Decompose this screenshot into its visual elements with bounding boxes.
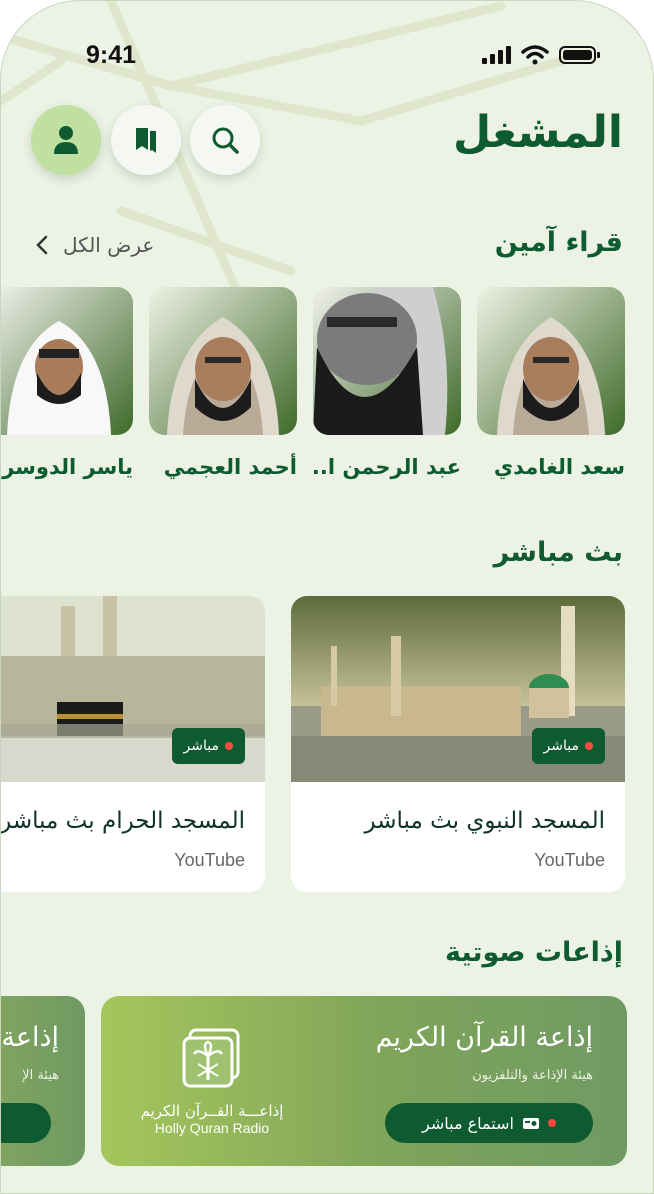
reader-card[interactable]: أحمد العجمي [149, 287, 297, 479]
reader-name: ياسر الدوسري [1, 455, 133, 479]
live-section-title: بث مباشر [493, 537, 623, 568]
radio-subtitle: هيئة الإ [22, 1068, 59, 1083]
reader-name: أحمد العجمي [163, 455, 297, 479]
radio-card[interactable]: إذاعة هيئة الإ [1, 996, 85, 1166]
live-title: المسجد الحرام بث مباشر [0, 808, 245, 834]
reader-name: سعد الغامدي [493, 455, 625, 479]
view-all-label: عرض الكل [63, 233, 155, 257]
reader-card[interactable]: عبد الرحمن ا.. [312, 287, 461, 479]
live-dot-icon [547, 1119, 556, 1127]
listen-live-button[interactable] [1, 1103, 51, 1143]
live-source: YouTube [534, 850, 605, 870]
live-title: المسجد النبوي بث مباشر [364, 808, 605, 834]
radio-title: إذاعة القرآن الكريم [375, 1022, 593, 1053]
live-card[interactable]: مباشر المسجد الحرام بث مباشر YouTube [0, 596, 265, 892]
system-icons [481, 45, 601, 65]
radio-icon [522, 1118, 539, 1129]
live-badge-label: مباشر [183, 738, 219, 754]
radio-subtitle: هيئة الإذاعة والتلفزيون [472, 1068, 593, 1083]
search-button[interactable] [190, 105, 260, 175]
listen-live-label: استماع مباشر [422, 1113, 514, 1133]
radio-logo: إذاعـــة القــرآن الكريم Holly Quran Rad… [127, 1026, 297, 1136]
reader-photo [477, 287, 625, 435]
live-badge-label: مباشر [543, 738, 579, 754]
radio-card[interactable]: إذاعة القرآن الكريم هيئة الإذاعة والتلفز… [101, 996, 627, 1166]
radio-title: إذاعة [1, 1022, 59, 1053]
live-thumbnail: مباشر [291, 596, 625, 782]
signal-icon [482, 46, 511, 64]
bookmarks-button[interactable] [111, 105, 181, 175]
live-badge: مباشر [171, 728, 245, 764]
radios-section-title: إذاعات صوتية [444, 937, 623, 968]
live-source: YouTube [174, 850, 245, 870]
reader-name: عبد الرحمن ا.. [311, 455, 461, 479]
status-bar: 9:41 [1, 37, 653, 77]
page-title: المشغل [453, 107, 623, 158]
view-all-link[interactable]: عرض الكل [35, 233, 154, 257]
battery-icon [559, 46, 600, 64]
live-badge: مباشر [531, 728, 605, 764]
bookmark-icon [136, 128, 156, 153]
palm-emblem-icon [182, 1028, 240, 1088]
listen-live-button[interactable]: استماع مباشر [385, 1103, 593, 1143]
wifi-icon [521, 45, 549, 65]
live-dot-icon [585, 742, 593, 750]
readers-section-title: قراء آمين [494, 227, 623, 258]
live-thumbnail: مباشر [1, 596, 265, 782]
search-icon [212, 127, 239, 154]
radio-logo-english: Holly Quran Radio [154, 1120, 270, 1136]
reader-card[interactable]: سعد الغامدي [477, 287, 625, 479]
reader-card[interactable]: ياسر الدوسري [1, 287, 133, 479]
reader-photo [1, 287, 133, 435]
status-time: 9:41 [86, 41, 137, 69]
user-icon [54, 126, 78, 154]
chevron-left-icon [36, 235, 48, 255]
radio-logo-arabic: إذاعـــة القــرآن الكريم [140, 1102, 284, 1120]
reader-photo [149, 287, 297, 435]
live-dot-icon [225, 742, 233, 750]
phone-screen: 9:41 المشغل قراء آمين عرض الكل سعد الغام… [0, 0, 654, 1194]
profile-button[interactable] [31, 105, 101, 175]
live-card[interactable]: مباشر المسجد النبوي بث مباشر YouTube [291, 596, 625, 892]
reader-photo [313, 287, 461, 435]
